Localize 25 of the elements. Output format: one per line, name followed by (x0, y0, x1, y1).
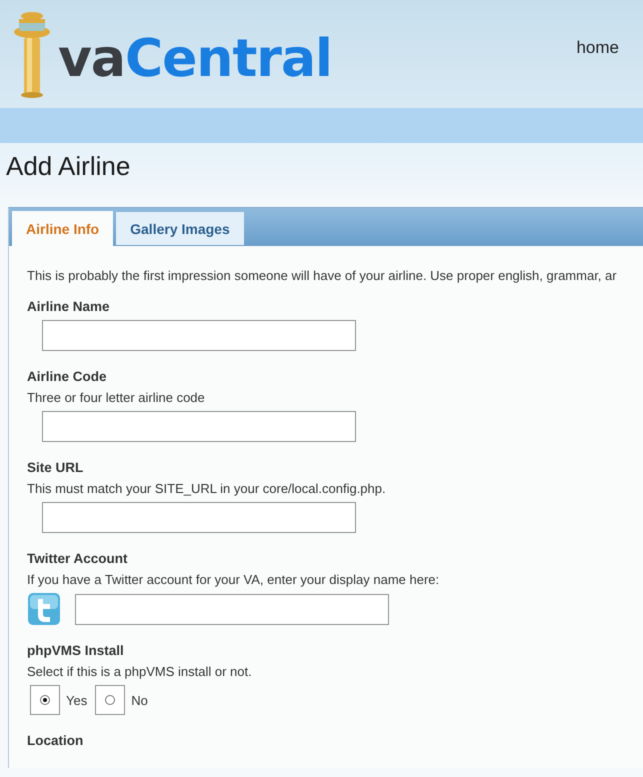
tab[interactable]: Airline Info (12, 211, 114, 246)
field-label: Airline Code (27, 369, 108, 384)
field-label: phpVMS Install (27, 643, 125, 658)
field-label: Location (27, 733, 84, 748)
text-field[interactable] (42, 502, 356, 533)
intro-text: This is probably the first impression someone will have of your airline. Use proper english, grammar, ar (27, 268, 618, 283)
logo-wordmark: vaCentral (58, 33, 332, 85)
radio-button[interactable] (105, 695, 116, 705)
field-hint: Three or four letter airline code (27, 390, 206, 405)
field-hint: If you have a Twitter account for your VA, enter your display name here: (27, 572, 440, 587)
radio-button[interactable] (40, 695, 50, 705)
field-hint: Select if this is a phpVMS install or not. (27, 664, 253, 679)
text-field[interactable] (42, 411, 356, 442)
field-label: Site URL (27, 460, 84, 475)
page-title: Add Airline (5, 150, 132, 182)
tab[interactable]: Gallery Images (116, 212, 244, 245)
bird-icon (28, 593, 60, 625)
text-field[interactable] (75, 594, 389, 624)
field-label: Airline Name (27, 299, 111, 314)
field-hint: This must match your SITE_URL in your core/local.config.php. (27, 481, 387, 496)
option-label: No (131, 692, 148, 708)
option-label: Yes (66, 692, 88, 708)
text-field[interactable] (42, 320, 356, 351)
field-label: Twitter Account (27, 551, 128, 566)
nav-link[interactable]: home (576, 38, 619, 58)
